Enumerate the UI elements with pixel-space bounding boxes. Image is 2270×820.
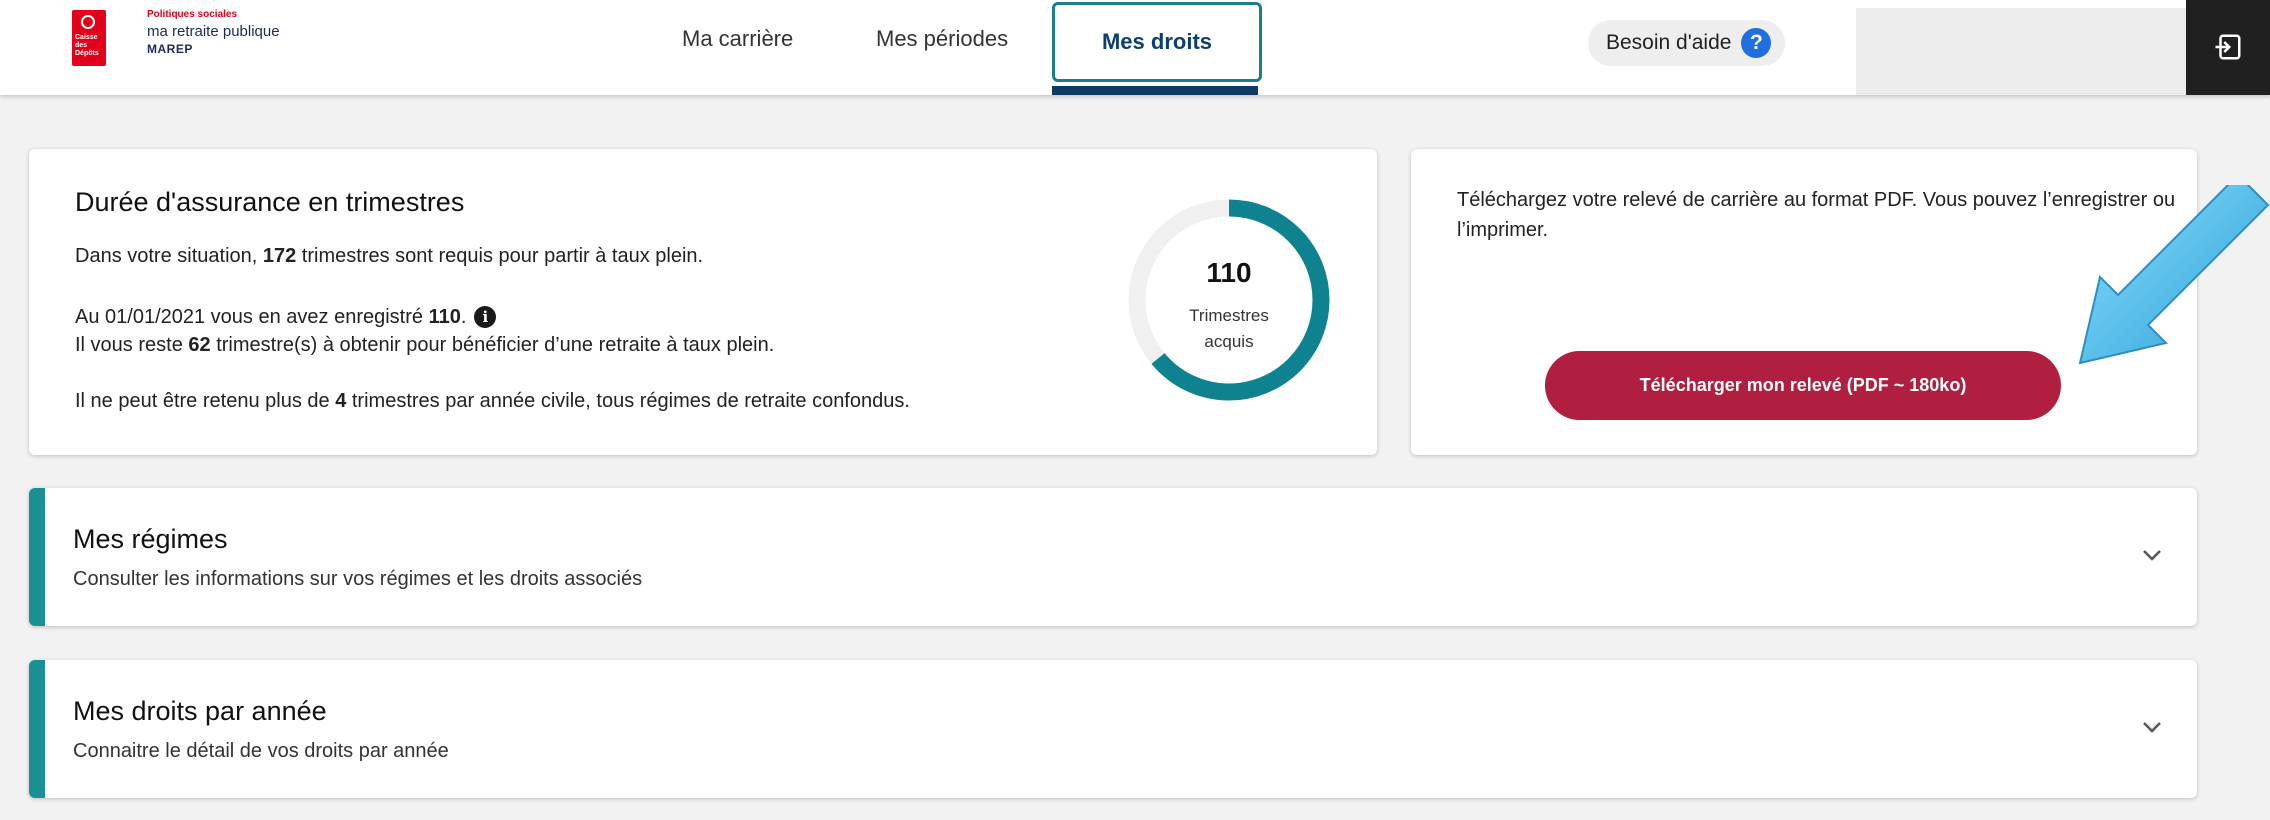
accordion-title: Mes régimes bbox=[73, 524, 228, 554]
accordion-subtitle: Connaitre le détail de vos droits par an… bbox=[73, 740, 449, 762]
header-blank-area bbox=[1856, 8, 2186, 95]
brand-small-text: Politiques sociales bbox=[147, 9, 238, 20]
annotation-arrow-icon bbox=[2078, 185, 2270, 365]
accordion-subtitle: Consulter les informations sur vos régim… bbox=[73, 568, 643, 590]
download-statement-button[interactable]: Télécharger mon relevé (PDF ~ 180ko) bbox=[1545, 351, 2061, 420]
recorded-quarters-text: Au 01/01/2021 vous en avez enregistré 11… bbox=[75, 306, 497, 329]
chevron-down-icon[interactable] bbox=[2141, 720, 2163, 734]
max-quarters-rule-text: Il ne peut être retenu plus de 4 trimest… bbox=[75, 390, 910, 412]
nav-tab-ma-carriere[interactable]: Ma carrière bbox=[682, 26, 793, 52]
help-button[interactable]: Besoin d'aide ? bbox=[1588, 20, 1786, 66]
donut-label: Trimestres acquis bbox=[1189, 306, 1269, 351]
accordion-accent-bar bbox=[29, 660, 45, 798]
required-quarters-text: Dans votre situation, 172 trimestres son… bbox=[75, 245, 704, 267]
accordion-accent-bar bbox=[29, 488, 45, 626]
chevron-down-icon[interactable] bbox=[2141, 548, 2163, 562]
logo-text: Caisse des Dépôts bbox=[75, 34, 99, 57]
remaining-quarters-text: Il vous reste 62 trimestre(s) à obtenir … bbox=[75, 334, 775, 356]
quarters-progress-donut bbox=[1128, 199, 1330, 401]
insurance-duration-card: Durée d'assurance en trimestres Dans vot… bbox=[29, 149, 1377, 455]
nav-tab-mes-droits[interactable]: Mes droits bbox=[1052, 2, 1262, 82]
insurance-card-title: Durée d'assurance en trimestres bbox=[75, 187, 465, 217]
accordion-title: Mes droits par année bbox=[73, 696, 327, 726]
brand-main-text[interactable]: ma retraite publique bbox=[147, 23, 280, 40]
info-icon[interactable]: i bbox=[474, 306, 497, 328]
nav-tab-mes-periodes[interactable]: Mes périodes bbox=[876, 26, 1008, 52]
accordion-mes-droits-par-annee[interactable]: Mes droits par année Connaitre le détail… bbox=[29, 660, 2197, 798]
donut-value: 110 bbox=[1206, 257, 1252, 288]
logout-button[interactable] bbox=[2186, 0, 2270, 95]
brand-sub-text: MAREP bbox=[147, 42, 193, 56]
top-header: Caisse des Dépôts Politiques sociales ma… bbox=[0, 0, 2270, 95]
caisse-des-depots-logo[interactable]: Caisse des Dépôts bbox=[72, 10, 106, 66]
active-tab-indicator bbox=[1052, 86, 1258, 95]
question-circle-icon: ? bbox=[1741, 28, 1772, 58]
nav-tab-mes-droits-label: Mes droits bbox=[1101, 29, 1213, 54]
accordion-mes-regimes[interactable]: Mes régimes Consulter les informations s… bbox=[29, 488, 2197, 626]
help-label: Besoin d'aide bbox=[1606, 31, 1732, 54]
logout-icon bbox=[2215, 34, 2241, 60]
logo-seal-icon bbox=[81, 15, 95, 29]
